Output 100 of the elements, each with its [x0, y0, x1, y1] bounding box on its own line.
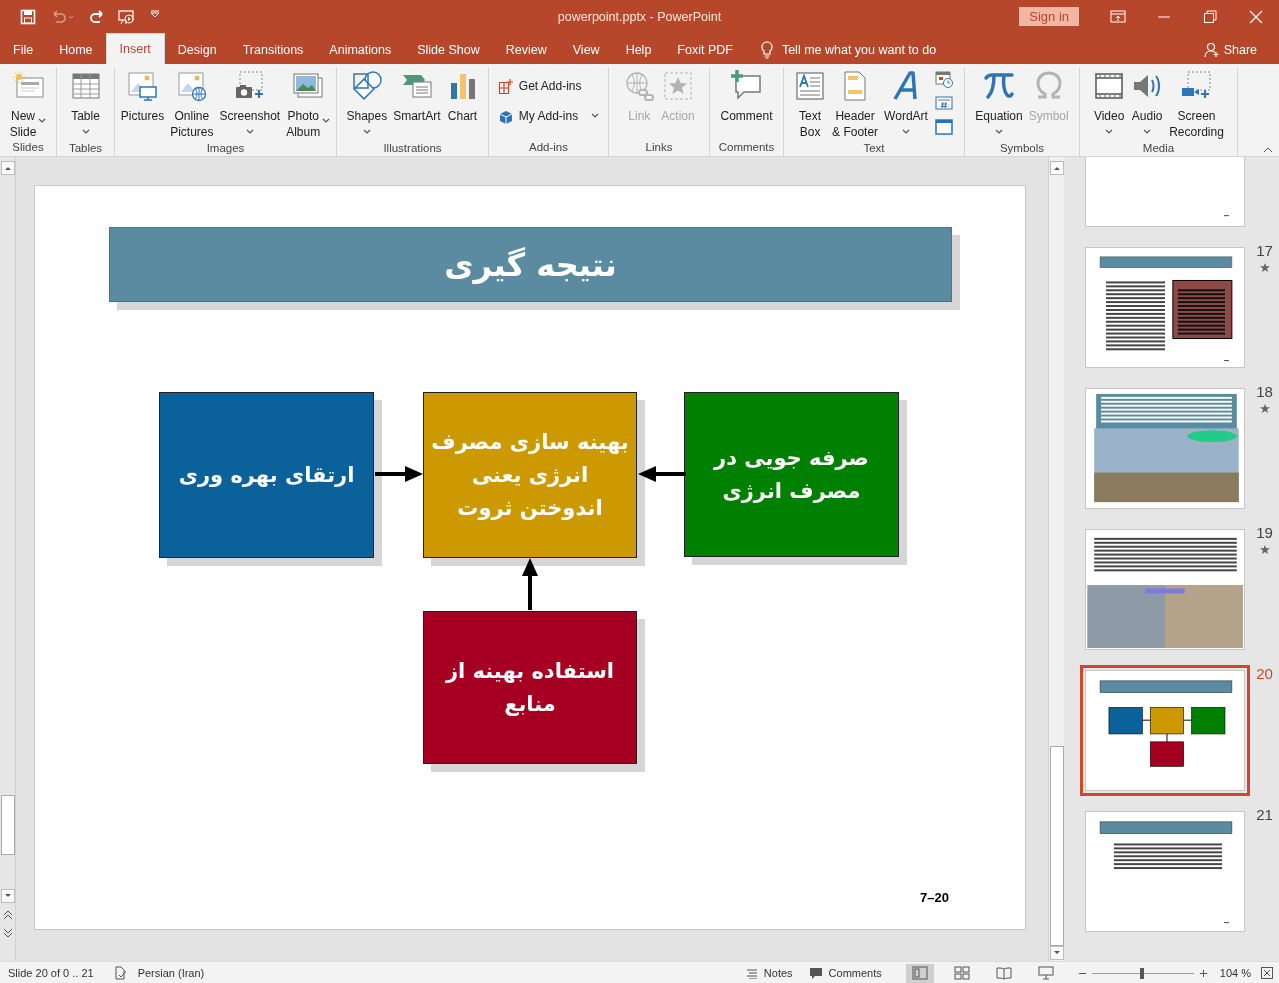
- fit-slide-icon[interactable]: [1261, 967, 1273, 979]
- group-label: Images: [205, 141, 246, 156]
- hash-icon[interactable]: [934, 94, 953, 112]
- scroll-down-icon[interactable]: [0, 889, 15, 903]
- slide-number: 17: [1256, 242, 1273, 259]
- zoom-slider-thumb[interactable]: [1139, 967, 1144, 979]
- grid-plus-icon: [497, 78, 514, 94]
- ribbon-display-icon[interactable]: [1110, 8, 1126, 25]
- share-button[interactable]: Share: [1223, 42, 1257, 57]
- ribbon-button[interactable]: New Slide: [6, 68, 50, 140]
- reading-view-icon: [995, 966, 1012, 980]
- language-indicator[interactable]: Persian (Iran): [137, 967, 205, 979]
- ribbon-button[interactable]: My Add-ins: [493, 108, 604, 124]
- picture-icon: [126, 70, 159, 102]
- group-label: Tables: [67, 141, 104, 156]
- ribbon-tab[interactable]: Slide Show: [404, 35, 493, 64]
- ribbon-button[interactable]: Pictures: [117, 68, 168, 141]
- scroll-down-icon[interactable]: [1049, 946, 1064, 960]
- ribbon-button[interactable]: Photo Album: [283, 68, 334, 141]
- ribbon-button[interactable]: Screen Recording: [1166, 68, 1227, 141]
- comments-button[interactable]: Comments: [828, 967, 882, 979]
- arrow: [522, 558, 538, 610]
- group-label: Symbols: [998, 141, 1046, 156]
- slide-counter: Slide 20 of 0 .. 21: [8, 967, 94, 979]
- ribbon-tab[interactable]: File: [0, 35, 47, 64]
- scrollbar-thumb[interactable]: [1049, 746, 1064, 946]
- notes-icon: [745, 967, 758, 979]
- ribbon-button[interactable]: Equation: [972, 68, 1026, 141]
- slide-show-icon: [1037, 966, 1054, 980]
- group-label: Add-ins: [528, 140, 569, 155]
- slide-number: 20: [1256, 665, 1273, 682]
- normal-view-icon: [911, 966, 928, 980]
- group-label: Text: [862, 141, 886, 156]
- ribbon-button[interactable]: Comment: [717, 68, 776, 140]
- ribbon-button[interactable]: Screenshot: [216, 68, 284, 141]
- next-slide-icon[interactable]: [2, 927, 13, 939]
- scroll-up-icon[interactable]: [1049, 161, 1064, 175]
- scroll-up-icon[interactable]: [0, 161, 15, 175]
- comment-icon: [730, 70, 763, 102]
- ribbon-button[interactable]: Header & Footer: [829, 68, 882, 141]
- slide-thumbnail[interactable]: [1080, 665, 1250, 796]
- pi-icon: [983, 70, 1015, 102]
- redo-icon[interactable]: [88, 8, 104, 25]
- group-label: Slides: [11, 140, 45, 155]
- ribbon-button[interactable]: Audio: [1128, 68, 1167, 141]
- group-label: Links: [644, 140, 674, 155]
- ribbon-tab[interactable]: Insert: [105, 33, 165, 64]
- comment-icon: [808, 967, 823, 979]
- zoom-level[interactable]: 104 %: [1219, 967, 1251, 979]
- ribbon-button[interactable]: WordArt: [881, 68, 931, 141]
- ribbon-button[interactable]: Text Box: [791, 68, 830, 141]
- scrollbar-thumb[interactable]: [0, 795, 15, 855]
- group-label: Comments: [717, 140, 776, 155]
- group-label: Illustrations: [382, 141, 443, 156]
- ribbon-tab[interactable]: Review: [492, 35, 560, 64]
- cube-icon: [497, 108, 514, 124]
- ribbon-tab[interactable]: View: [559, 35, 613, 64]
- ribbon-button[interactable]: SmartArt: [390, 68, 444, 141]
- restore-icon[interactable]: [1202, 8, 1218, 25]
- view-button[interactable]: [905, 963, 934, 983]
- slide-sorter-icon: [953, 966, 970, 980]
- calendar-clock-icon[interactable]: [934, 70, 953, 88]
- arrow: [638, 466, 686, 482]
- ribbon-tab[interactable]: Transitions: [229, 35, 317, 64]
- window-title: powerpoint.pptx - PowerPoint: [557, 9, 722, 24]
- spell-check-icon[interactable]: [113, 966, 128, 980]
- tell-me-search[interactable]: Tell me what you want to do: [781, 42, 937, 57]
- slide-number: 7–20: [920, 890, 949, 905]
- shapes-icon: [350, 70, 383, 102]
- slide-number: 19: [1256, 524, 1273, 541]
- table-icon: [69, 70, 102, 102]
- zoom-in-icon[interactable]: [1198, 968, 1208, 978]
- ribbon-button[interactable]: Video: [1090, 68, 1129, 141]
- ribbon-button[interactable]: Chart: [443, 68, 482, 141]
- ribbon-button[interactable]: Online Pictures: [167, 68, 217, 141]
- ribbon-tab[interactable]: Design: [164, 35, 230, 64]
- ribbon-tab[interactable]: Animations: [316, 35, 405, 64]
- slide-number: 18: [1256, 383, 1273, 400]
- group-label: Media: [1141, 141, 1176, 156]
- ribbon-tab[interactable]: Help: [612, 35, 665, 64]
- arrow: [375, 466, 423, 482]
- collapse-icon[interactable]: [1263, 147, 1273, 153]
- previous-slide-icon[interactable]: [2, 909, 13, 921]
- slide-number: 21: [1256, 806, 1273, 823]
- person-add-icon: [1203, 41, 1220, 58]
- globe-link-icon: [623, 70, 656, 102]
- ribbon-tab[interactable]: Foxit PDF: [664, 35, 746, 64]
- ribbon-button[interactable]: Table: [66, 68, 105, 141]
- presentation-icon[interactable]: [118, 8, 136, 25]
- ribbon-button[interactable]: Get Add-ins: [493, 78, 604, 94]
- lightbulb-icon: [759, 40, 774, 59]
- notes-button[interactable]: Notes: [763, 967, 793, 979]
- picture-globe-icon: [175, 70, 208, 102]
- text-box-icon: [794, 70, 827, 102]
- window-icon[interactable]: [934, 118, 953, 136]
- film-icon: [1093, 70, 1126, 102]
- ribbon-tab[interactable]: Home: [46, 35, 106, 64]
- save-icon[interactable]: [20, 8, 36, 25]
- ribbon-button[interactable]: Shapes: [343, 68, 391, 141]
- close-icon[interactable]: [1248, 8, 1264, 25]
